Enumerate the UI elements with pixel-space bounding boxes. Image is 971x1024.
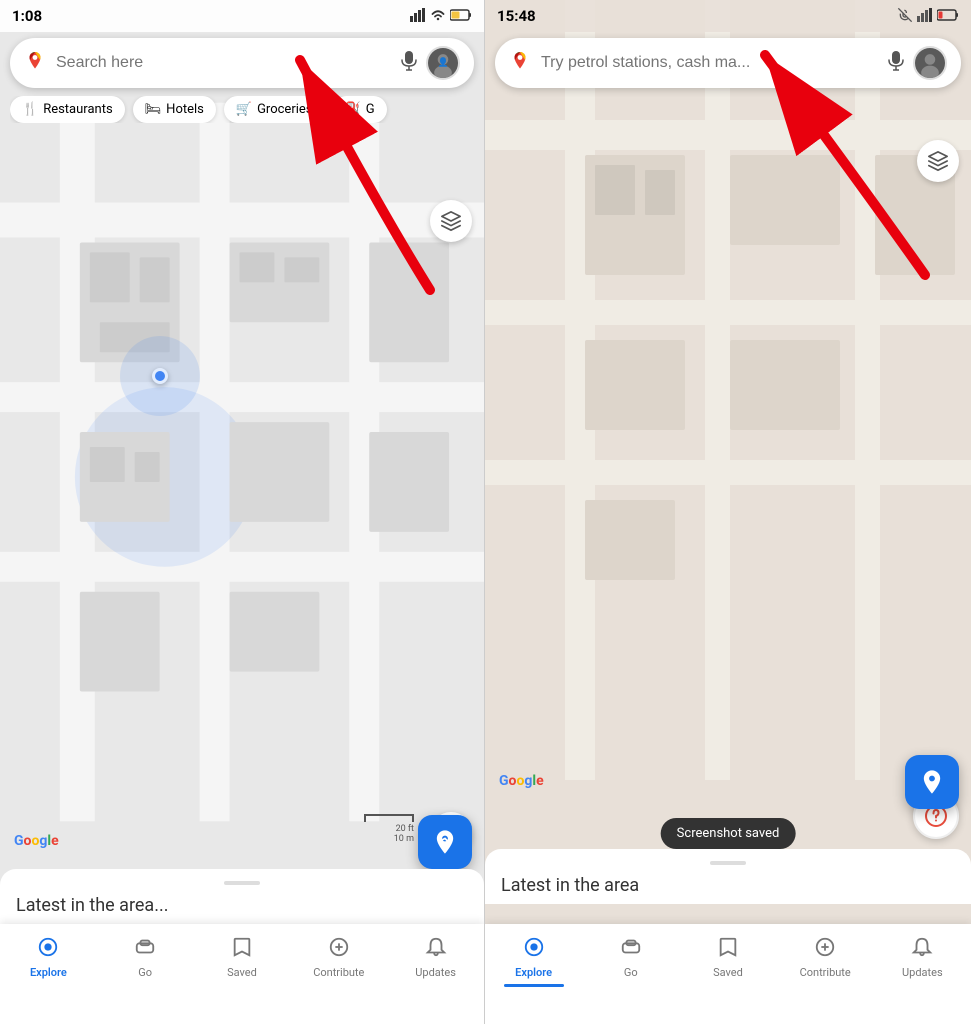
layer-button-right[interactable] bbox=[917, 140, 959, 182]
tab-updates-left[interactable]: Updates bbox=[406, 936, 466, 979]
search-input-left[interactable] bbox=[56, 54, 392, 72]
google-logo-right: Google bbox=[499, 773, 544, 789]
tab-contribute-right[interactable]: Contribute bbox=[795, 936, 855, 979]
google-logo-left: Google bbox=[14, 833, 59, 849]
contribute-icon-right bbox=[814, 936, 836, 963]
go-icon-right bbox=[620, 936, 642, 963]
tab-saved-right[interactable]: Saved bbox=[698, 936, 758, 979]
category-chips-left: 🍴 Restaurants 🛏 Hotels 🛒 Groceries ⛽ G bbox=[10, 96, 474, 123]
wifi-icon-left bbox=[430, 8, 446, 24]
map-area-left bbox=[0, 0, 484, 924]
chip-restaurants[interactable]: 🍴 Restaurants bbox=[10, 96, 125, 123]
contribute-icon-left bbox=[328, 936, 350, 963]
signal-icon-left bbox=[410, 8, 426, 25]
bottom-bar-left: Explore Go Saved Contribute Updates bbox=[0, 924, 484, 1024]
mic-icon-left[interactable] bbox=[400, 50, 418, 77]
signal-icon-right bbox=[917, 8, 933, 25]
explore-icon-right bbox=[523, 936, 545, 963]
avatar-left[interactable]: 👤 bbox=[426, 46, 460, 80]
chip-hotels[interactable]: 🛏 Hotels bbox=[133, 96, 216, 123]
tab-saved-left[interactable]: Saved bbox=[212, 936, 272, 979]
search-bar-right[interactable] bbox=[495, 38, 961, 88]
active-underline-right bbox=[504, 984, 564, 987]
tab-explore-left[interactable]: Explore bbox=[18, 936, 78, 979]
nav-fab-right[interactable] bbox=[905, 755, 959, 809]
phone-right: 15:48 bbox=[485, 0, 971, 1024]
bottom-sheet-right: Latest in the area bbox=[485, 849, 971, 904]
toast-screenshot: Screenshot saved bbox=[661, 818, 796, 849]
tab-contribute-left[interactable]: Contribute bbox=[309, 936, 369, 979]
chip-gas[interactable]: ⛽ G bbox=[333, 96, 387, 123]
nav-fab-left[interactable] bbox=[418, 815, 472, 869]
groceries-icon: 🛒 bbox=[236, 102, 252, 117]
avatar-right[interactable] bbox=[913, 46, 947, 80]
search-input-right[interactable] bbox=[541, 54, 879, 72]
maps-pin-icon-left bbox=[24, 52, 46, 74]
saved-icon-left bbox=[231, 936, 253, 963]
gas-icon: ⛽ bbox=[345, 102, 361, 117]
status-icons-right bbox=[897, 7, 959, 26]
updates-icon-right bbox=[911, 936, 933, 963]
saved-icon-right bbox=[717, 936, 739, 963]
updates-icon-left bbox=[425, 936, 447, 963]
map-area-right bbox=[485, 0, 971, 904]
sheet-title-left: Latest in the area... bbox=[16, 895, 468, 916]
mute-icon-right bbox=[897, 7, 913, 26]
maps-pin-icon-right bbox=[509, 52, 531, 74]
restaurants-icon: 🍴 bbox=[22, 102, 38, 117]
battery-icon-left bbox=[450, 9, 472, 24]
svg-text:👤: 👤 bbox=[438, 57, 449, 68]
phone-left: 1:08 bbox=[0, 0, 485, 1024]
sheet-title-right: Latest in the area bbox=[501, 875, 955, 896]
go-icon-left bbox=[134, 936, 156, 963]
status-icons-left bbox=[410, 8, 472, 25]
chip-groceries[interactable]: 🛒 Groceries bbox=[224, 96, 325, 123]
location-dot-left bbox=[152, 368, 168, 384]
explore-icon-left bbox=[37, 936, 59, 963]
status-bar-right: 15:48 bbox=[485, 0, 971, 32]
sheet-handle-right bbox=[710, 861, 746, 865]
hotels-icon: 🛏 bbox=[145, 102, 162, 117]
time-left: 1:08 bbox=[12, 7, 42, 25]
time-right: 15:48 bbox=[497, 7, 536, 25]
tab-go-left[interactable]: Go bbox=[115, 936, 175, 979]
bottom-bar-right: Explore Go Saved Contribute Updates bbox=[485, 924, 971, 1024]
bottom-sheet-left: Latest in the area... bbox=[0, 869, 484, 924]
tab-go-right[interactable]: Go bbox=[601, 936, 661, 979]
layer-button-left[interactable] bbox=[430, 200, 472, 242]
scale-indicator-left: 20 ft 10 m bbox=[364, 814, 414, 844]
search-bar-left[interactable]: 👤 bbox=[10, 38, 474, 88]
tab-explore-right[interactable]: Explore bbox=[504, 936, 564, 987]
mic-icon-right[interactable] bbox=[887, 50, 905, 77]
battery-icon-right bbox=[937, 9, 959, 24]
tab-updates-right[interactable]: Updates bbox=[892, 936, 952, 979]
sheet-handle-left bbox=[224, 881, 260, 885]
status-bar-left: 1:08 bbox=[0, 0, 484, 32]
